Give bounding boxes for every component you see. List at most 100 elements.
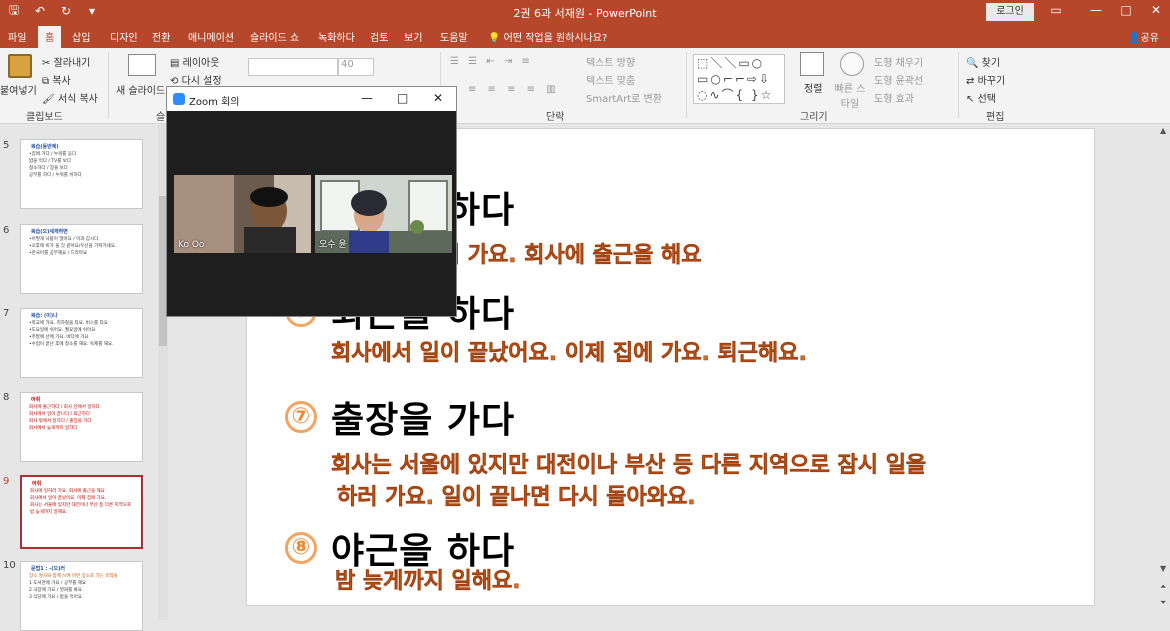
slide-thumbnail-9[interactable]: 어휘 회사에 일하러 가요. 회사에 출근을 해요 회사에서 일이 끝났어요. … — [20, 475, 143, 549]
scroll-down-icon[interactable]: ▼ — [1160, 564, 1166, 573]
ribbon-display-icon[interactable]: ▭ — [1042, 3, 1070, 17]
close-button[interactable]: ✕ — [1142, 3, 1170, 17]
group-separator — [108, 52, 109, 118]
group-separator — [686, 52, 687, 118]
thumbnail-line: 1 도서관에 가요 / 공부를 해요 — [29, 581, 87, 586]
new-slide-button[interactable]: 새 슬라이드 — [116, 82, 165, 97]
thumbnail-title: 복습(으)세게하면 — [31, 229, 68, 235]
tab-design[interactable]: 디자인 — [110, 29, 138, 44]
find-icon: 🔍 — [966, 58, 982, 69]
thumbnail-title: 복습(동반에) — [31, 144, 59, 150]
arrange-button[interactable]: 정렬 — [804, 80, 822, 95]
participant-video-tile[interactable]: 오수 윤 — [315, 175, 452, 253]
minimize-button[interactable]: — — [1082, 3, 1110, 17]
zoom-close-button[interactable]: ✕ — [433, 91, 443, 105]
zoom-maximize-button[interactable]: □ — [397, 91, 408, 105]
tell-me-search[interactable]: 💡 어떤 작업을 원하시나요? — [488, 29, 607, 44]
scroll-up-icon[interactable]: ▲ — [1160, 126, 1166, 135]
thumbnail-line: •집에 가다 / 누워를 듣다 — [29, 152, 77, 157]
font-size-field[interactable]: 40 — [338, 58, 374, 76]
group-separator — [958, 52, 959, 118]
shapes-gallery[interactable]: ⬚＼＼▭○ ▭○⌐⌐⇨⇩ ◌∿⌒{ }☆ — [693, 54, 785, 104]
shape-effects-button[interactable]: 도형 효과 — [874, 90, 914, 105]
group-label-slides: 슬 — [156, 112, 166, 123]
reset-button[interactable]: ⟲ 다시 설정 — [170, 72, 222, 87]
share-button[interactable]: 👤공유 — [1128, 29, 1159, 44]
thumbnail-title: 어휘 — [31, 397, 41, 403]
slide-thumbnail-8[interactable]: 어휘 회사에 출근하다 / 회사 안에서 일하다 회사에서 일이 끝나다 / 퇴… — [20, 392, 143, 462]
shape-fill-button[interactable]: 도형 채우기 — [874, 54, 923, 69]
group-label-paragraph: 단락 — [546, 112, 565, 123]
copy-button[interactable]: ⧉ 복사 — [42, 72, 71, 87]
thumbnail-title: 복습: (이)나 — [31, 313, 58, 319]
thumbnail-line: 장소 명사와 함께 쓰여 어떤 장소로 가는 목적을 — [29, 574, 118, 579]
participant-video-tile[interactable]: Ko Oo — [174, 175, 311, 253]
login-button[interactable]: 로그인 — [986, 3, 1034, 21]
next-slide-icon[interactable]: ⏷ — [1160, 598, 1166, 608]
tab-file[interactable]: 파일 — [8, 29, 26, 44]
layout-icon: ▤ — [170, 58, 183, 69]
slide-thumbnail-5[interactable]: 복습(동반에) •집에 가다 / 누워를 듣다 밥을 먹다 / TV를 보다 청… — [20, 139, 143, 209]
thumbnail-line: •한국어를 공부해요 / 드라마요 — [29, 251, 88, 256]
find-button[interactable]: 🔍 찾기 — [966, 54, 1000, 69]
replace-button[interactable]: ⇄ 바꾸기 — [966, 72, 1005, 87]
paste-button[interactable]: 붙여넣기 — [0, 82, 37, 97]
zoom-logo-icon — [173, 93, 185, 105]
tab-insert[interactable]: 삽입 — [72, 29, 90, 44]
thumbnail-line: 회사에서 일이 끝나다 / 퇴근하다 — [29, 412, 91, 417]
item-description: 회사에서 일이 끝났어요. 이제 집에 가요. 퇴근해요. — [331, 341, 807, 367]
cut-button[interactable]: ✂ 잘라내기 — [42, 54, 90, 69]
group-label-editing: 편집 — [986, 112, 1005, 123]
maximize-button[interactable]: □ — [1112, 3, 1140, 17]
zoom-meeting-window[interactable]: Zoom 회의 — □ ✕ Ko Oo 오수 윤 — [166, 86, 457, 317]
thumbnail-line: •학교에 가요. 지하철을 타요. 버스를 타요 — [29, 321, 108, 326]
slide-thumbnail-10[interactable]: 문법1 : -(으)러 장소 명사와 함께 쓰여 어떤 장소로 가는 목적을 1… — [20, 561, 143, 631]
quick-styles-icon — [840, 52, 864, 76]
select-button[interactable]: ↖ 선택 — [966, 90, 996, 105]
thumbnail-line: 2 극장에 가요 / 영화를 봐요 — [29, 588, 82, 593]
layout-button[interactable]: ▤ 레이아웃 — [170, 54, 219, 69]
tab-review[interactable]: 검토 — [370, 29, 388, 44]
new-slide-icon[interactable] — [128, 54, 156, 76]
thumbnail-line: 회사에 출근하다 / 회사 안에서 일하다 — [29, 405, 100, 410]
tab-home[interactable]: 홈 — [38, 26, 62, 48]
text-direction-button[interactable]: 텍스트 방향 — [586, 54, 635, 69]
tab-transitions[interactable]: 전환 — [152, 29, 170, 44]
align-text-button[interactable]: 텍스트 맞춤 — [586, 72, 635, 87]
title-bar: 🖫 ↶ ↻ ▾ 2권 6과 서재원 - PowerPoint 로그인 ▭ — □… — [0, 0, 1170, 24]
quick-styles-button[interactable]: 빠른 스타일 — [832, 80, 868, 110]
thumbnail-line: •오후에 비가 올 것 같아요/우산을 가져가세요. — [29, 244, 117, 249]
tab-animations[interactable]: 애니메이션 — [188, 29, 234, 44]
zoom-window-title: Zoom 회의 — [189, 97, 240, 108]
thumbnail-line: 3 식당에 가요 / 밥을 먹어요 — [29, 595, 82, 600]
smartart-button[interactable]: SmartArt로 변환 — [586, 90, 662, 105]
slide-scrollbar[interactable]: ▲ ▼ ⏶ ⏷ — [1158, 124, 1170, 620]
tab-help[interactable]: 도움말 — [440, 29, 468, 44]
thumbnail-line: •주말에 산에 가요. 바다에 가요 — [29, 335, 89, 340]
tab-view[interactable]: 보기 — [404, 29, 422, 44]
slide-number: 5 — [3, 140, 10, 151]
previous-slide-icon[interactable]: ⏶ — [1160, 582, 1166, 592]
font-name-field[interactable] — [248, 58, 338, 76]
item-description: 밤 늦게까지 일해요. — [335, 569, 521, 595]
zoom-minimize-button[interactable]: — — [361, 91, 373, 105]
tab-record[interactable]: 녹화하다 — [318, 29, 355, 44]
thumbnail-line: •수업이 끝난 후에 청소를 해요. 숙제를 해요. — [29, 342, 114, 347]
list-buttons[interactable]: ☰ ☰ ⇤ ⇥ ≡ — [450, 56, 533, 67]
align-buttons[interactable]: ≡ ≡ ≡ ≡ ▥ — [468, 84, 560, 95]
zoom-title-bar[interactable]: Zoom 회의 — □ ✕ — [167, 87, 456, 111]
replace-icon: ⇄ — [966, 76, 978, 87]
paste-icon[interactable] — [8, 54, 32, 78]
thumbnail-line: 회사 밖에서 일하다 / 출장을 가다 — [29, 419, 92, 424]
format-painter-button[interactable]: 🖌 서식 복사 — [42, 90, 98, 105]
thumbnail-line: •어떻게 사람이 많아요 / 이과 갑시다. — [29, 237, 100, 242]
slide-thumbnail-7[interactable]: 복습: (이)나 •학교에 가요. 지하철을 타요. 버스를 타요 •도요일에 … — [20, 308, 143, 378]
thumbnail-line: 밥을 먹다 / TV를 보다 — [29, 159, 72, 164]
thumbnail-line: 청소하다 / 장을 보다 — [29, 166, 68, 171]
thumbnail-line: 회사에서 늦게까지 일하다 — [29, 426, 78, 431]
item-number: ⑧ — [285, 532, 317, 564]
thumbnail-line: 회사에서 일이 끝났어요. 이제 집에 가요. — [30, 496, 107, 501]
slide-thumbnail-6[interactable]: 복습(으)세게하면 •어떻게 사람이 많아요 / 이과 갑시다. •오후에 비가… — [20, 224, 143, 294]
shape-outline-button[interactable]: 도형 윤곽선 — [874, 72, 923, 87]
tab-slideshow[interactable]: 슬라이드 쇼 — [250, 29, 299, 44]
